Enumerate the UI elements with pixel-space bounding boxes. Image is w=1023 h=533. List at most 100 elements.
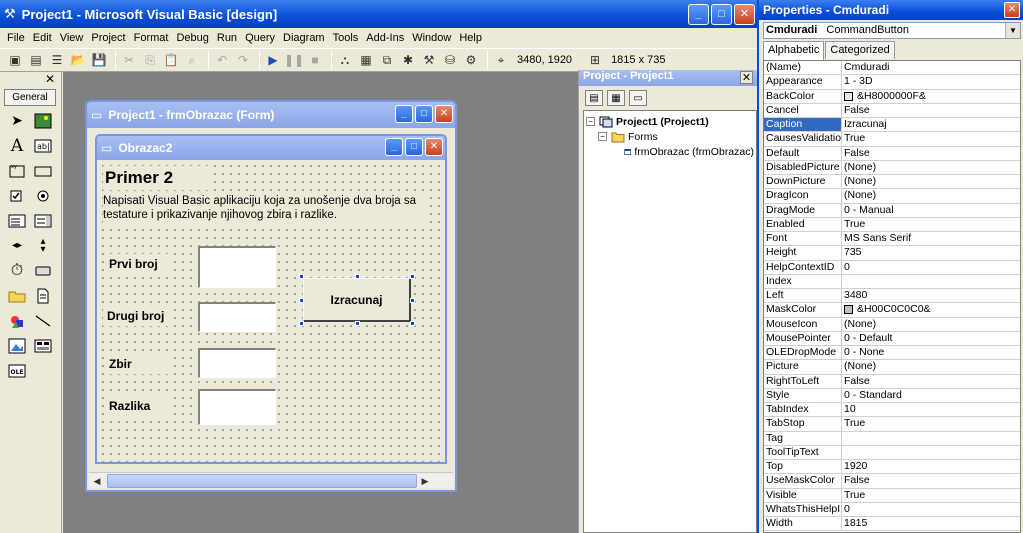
chevron-down-icon[interactable]: ▼ [1005,23,1020,38]
menu-window[interactable]: Window [409,32,456,44]
menu-add-ins[interactable]: Add-Ins [363,32,409,44]
timer-tool-icon[interactable]: ⏱ [4,258,30,283]
textbox-tool-icon[interactable]: ab| [30,133,56,158]
listbox-tool-icon[interactable] [30,208,56,233]
property-row[interactable]: Picture (None) [764,360,1020,375]
menu-editor-icon[interactable]: ☰ [48,51,66,69]
property-row[interactable]: Enabled True [764,217,1020,232]
sum-textbox[interactable] [198,348,276,378]
form-close-button[interactable]: ✕ [425,138,443,156]
property-value[interactable] [842,432,1020,445]
combobox-tool-icon[interactable] [4,208,30,233]
form-layout-icon[interactable]: ⧉ [378,51,396,69]
property-value[interactable]: True [842,489,1020,502]
filelistbox-tool-icon[interactable] [30,283,56,308]
property-row[interactable]: Visible True [764,488,1020,503]
undo-icon[interactable]: ↶ [213,51,231,69]
shape-tool-icon[interactable] [4,308,30,333]
property-row[interactable]: Cancel False [764,103,1020,118]
data-tool-icon[interactable] [30,333,56,358]
menu-query[interactable]: Query [242,32,280,44]
collapse-icon[interactable]: − [586,117,595,126]
property-row[interactable]: Default False [764,146,1020,161]
property-row[interactable]: UseMaskColor False [764,474,1020,489]
second-number-textbox[interactable] [198,302,276,332]
view-object-icon[interactable]: ▦ [607,90,625,106]
toggle-folders-icon[interactable]: ▭ [629,90,647,106]
property-row[interactable]: Appearance 1 - 3D [764,75,1020,90]
form-designer-close-button[interactable]: ✕ [435,105,453,123]
object-browser-icon[interactable]: ✱ [399,51,417,69]
property-value[interactable]: False [842,474,1020,487]
first-number-textbox[interactable] [198,246,276,288]
properties-close-icon[interactable]: ✕ [1004,2,1020,18]
property-value[interactable]: (None) [842,161,1020,174]
property-row[interactable]: Left 3480 [764,289,1020,304]
property-value[interactable]: 10 [842,403,1020,416]
property-value[interactable] [842,446,1020,459]
form-designer-minimize-button[interactable]: _ [395,105,413,123]
property-value[interactable]: (None) [842,189,1020,202]
data-view-icon[interactable]: ⛁ [441,51,459,69]
property-row[interactable]: TabIndex 10 [764,403,1020,418]
tree-node-forms-folder[interactable]: − Forms [586,129,754,144]
find-icon[interactable]: ⌕ [183,51,201,69]
object-selector[interactable]: Cmduradi CommandButton ▼ [763,22,1021,39]
property-row[interactable]: WhatsThisHelpID 0 [764,502,1020,517]
cut-icon[interactable]: ✂ [120,51,138,69]
toolbox-tab-general[interactable]: General [4,89,56,106]
add-form-icon[interactable]: ▤ [27,51,45,69]
property-value[interactable]: 0 - None [842,346,1020,359]
first-number-label[interactable]: Prvi broj [105,254,169,274]
property-value[interactable]: (None) [842,175,1020,188]
menu-tools[interactable]: Tools [330,32,364,44]
optionbutton-tool-icon[interactable] [30,183,56,208]
property-value[interactable]: False [842,104,1020,117]
property-row[interactable]: DragIcon (None) [764,189,1020,204]
property-value[interactable]: 3480 [842,289,1020,302]
property-row[interactable]: Style 0 - Standard [764,388,1020,403]
paste-icon[interactable]: 📋 [162,51,180,69]
form-minimize-button[interactable]: _ [385,138,403,156]
break-icon[interactable]: ❚❚ [284,51,304,69]
property-row[interactable]: Tag [764,431,1020,446]
property-row[interactable]: BackColor &H8000000F& [764,89,1020,104]
description-label[interactable]: Napisati Visual Basic aplikaciju koja za… [103,194,425,226]
menu-run[interactable]: Run [214,32,242,44]
property-row[interactable]: Index [764,274,1020,289]
hscrollbar-tool-icon[interactable]: ◂▸ [4,233,30,258]
menu-file[interactable]: File [4,32,30,44]
property-value[interactable]: 0 - Manual [842,204,1020,217]
form-maximize-button[interactable]: □ [405,138,423,156]
property-value[interactable]: (None) [842,318,1020,331]
property-row[interactable]: Height 735 [764,246,1020,261]
property-row[interactable]: MouseIcon (None) [764,317,1020,332]
resize-handle[interactable] [299,298,304,303]
difference-textbox[interactable] [198,389,276,425]
redo-icon[interactable]: ↷ [234,51,252,69]
property-row[interactable]: TabStop True [764,417,1020,432]
property-row[interactable]: MaskColor &H00C0C0C0& [764,303,1020,318]
project-explorer-icon[interactable]: ⛬ [336,51,354,69]
menu-help[interactable]: Help [456,32,487,44]
menu-view[interactable]: View [57,32,89,44]
scroll-right-icon[interactable]: ▶ [417,473,433,489]
menu-project[interactable]: Project [88,32,130,44]
pointer-tool-icon[interactable]: ➤ [4,108,30,133]
open-project-icon[interactable]: 📂 [69,51,87,69]
property-row[interactable]: DisabledPicture (None) [764,160,1020,175]
property-value[interactable]: True [842,417,1020,430]
property-row[interactable]: CausesValidation True [764,132,1020,147]
copy-icon[interactable]: ⎘ [141,51,159,69]
calculate-button[interactable]: Izracunaj [303,278,411,322]
start-icon[interactable]: ▶ [264,51,282,69]
resize-handle[interactable] [410,274,415,279]
toolbox-close-icon[interactable]: ✕ [43,72,57,86]
property-row[interactable]: OLEDropMode 0 - None [764,346,1020,361]
scroll-left-icon[interactable]: ◀ [89,473,105,489]
property-value[interactable]: False [842,375,1020,388]
scroll-thumb[interactable] [107,474,417,488]
ole-tool-icon[interactable]: OLE [4,358,30,383]
form-designer-hscrollbar[interactable]: ◀ ▶ [89,472,453,488]
tab-alphabetic[interactable]: Alphabetic [763,41,825,60]
